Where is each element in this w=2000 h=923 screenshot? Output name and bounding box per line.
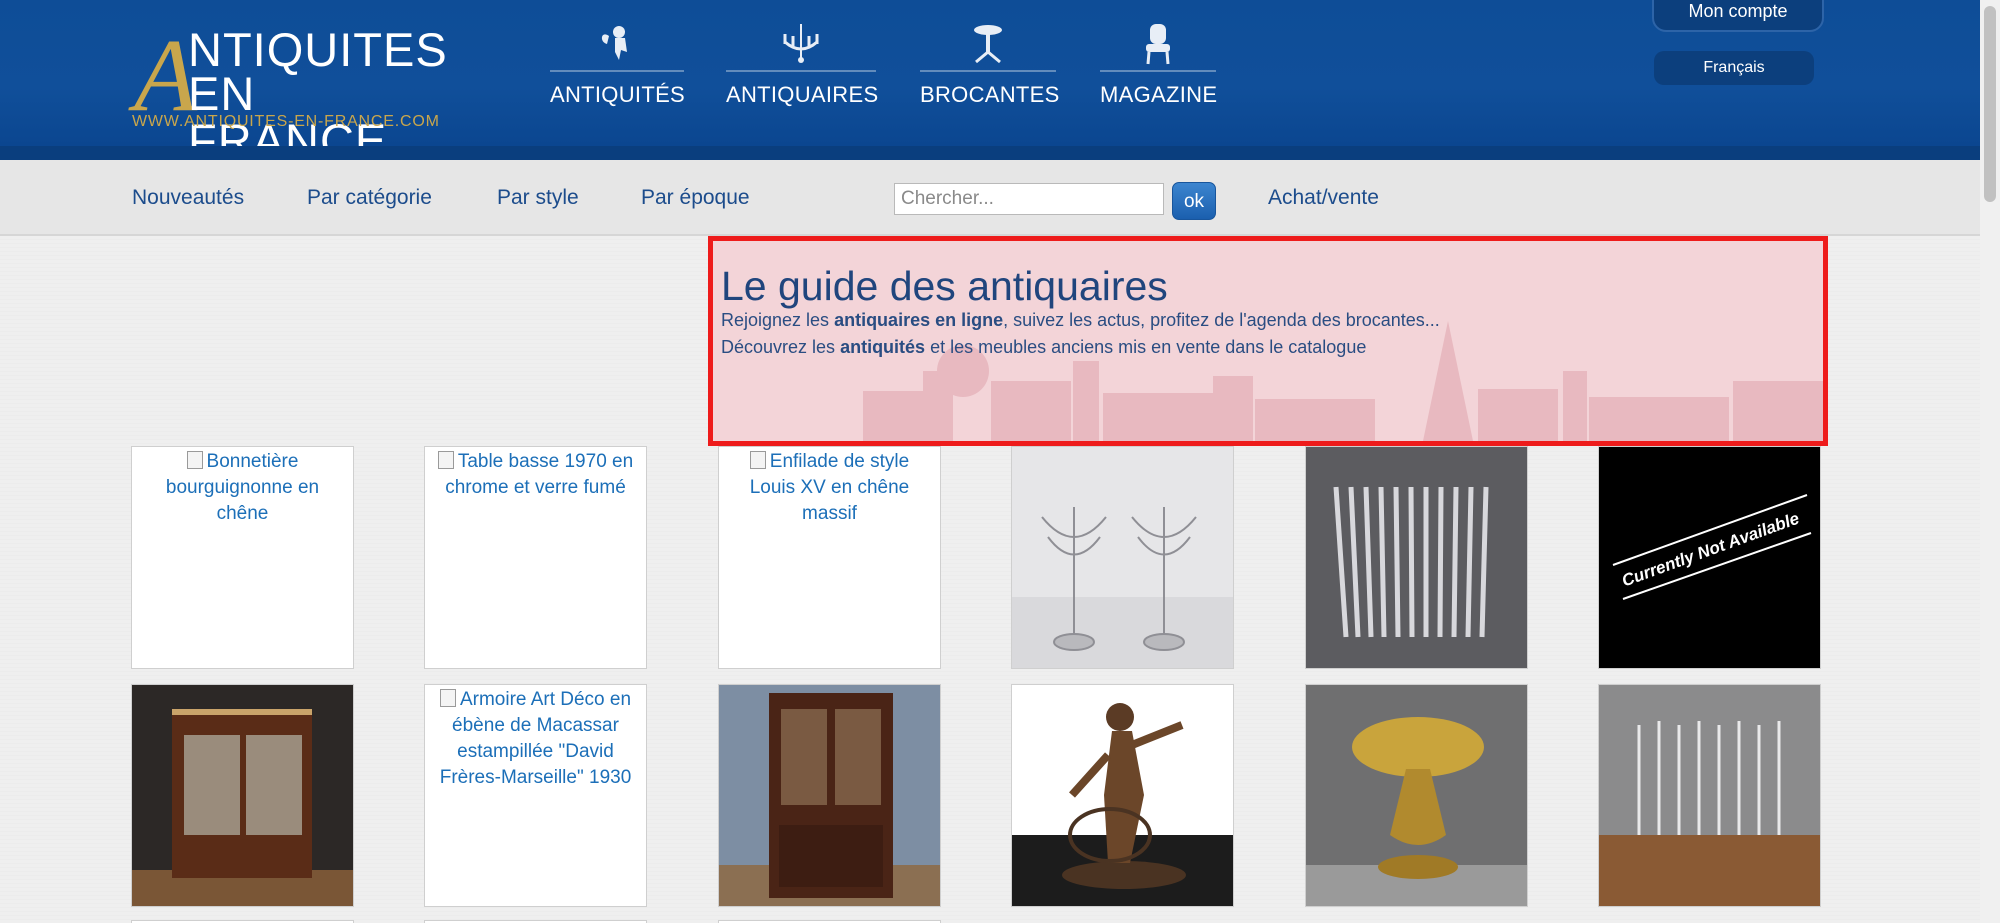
header-stripe — [0, 146, 1980, 160]
hero-banner: Le guide des antiquaires Rejoignez les a… — [708, 236, 1828, 446]
subnav-par-epoque[interactable]: Par époque — [641, 186, 750, 210]
logo-url: WWW.ANTIQUITES-EN-FRANCE.COM — [132, 113, 440, 130]
product-image-lamp[interactable] — [1305, 684, 1528, 907]
subnav-par-categorie[interactable]: Par catégorie — [307, 186, 432, 210]
product-alt-text: Enfilade de style Louis XV en chêne mass… — [719, 447, 940, 527]
page: A NTIQUITES EN FRANCE WWW.ANTIQUITES-EN-… — [0, 0, 1980, 923]
brass-lamp-photo — [1306, 685, 1527, 906]
nav-antiquaires[interactable]: ANTIQUAIRES — [726, 22, 879, 112]
logo-line1: NTIQUITES — [188, 23, 448, 76]
bronze-statue-photo — [1012, 685, 1233, 906]
mahogany-cabinet-photo — [132, 685, 353, 906]
subnav-nouveautes[interactable]: Nouveautés — [132, 186, 244, 210]
nav-label: ANTIQUAIRES — [726, 82, 879, 107]
nav-label: ANTIQUITÉS — [550, 82, 686, 107]
site-logo[interactable]: A NTIQUITES EN FRANCE WWW.ANTIQUITES-EN-… — [130, 24, 447, 165]
product-image-cutlery[interactable] — [1305, 446, 1528, 669]
broken-image-icon — [749, 451, 766, 469]
site-header: A NTIQUITES EN FRANCE WWW.ANTIQUITES-EN-… — [0, 0, 1980, 165]
product-tile[interactable]: Enfilade de style Louis XV en chêne mass… — [718, 446, 941, 669]
subnav-par-style[interactable]: Par style — [497, 186, 579, 210]
chandelier-icon — [783, 24, 819, 63]
bookcase-photo — [719, 685, 940, 906]
cherub-icon — [601, 26, 627, 60]
language-selector[interactable]: Français — [1654, 51, 1814, 85]
hero-line-1: Rejoignez les antiquaires en ligne, suiv… — [721, 310, 1440, 331]
nav-divider — [920, 70, 1056, 72]
product-image-bookcase[interactable] — [718, 684, 941, 907]
product-alt-label: Table basse 1970 en chrome et verre fumé — [445, 451, 634, 498]
nav-magazine[interactable]: MAGAZINE — [1100, 22, 1218, 112]
hero-line-2: Découvrez les antiquités et les meubles … — [721, 337, 1366, 358]
hero-text: Rejoignez les — [721, 310, 835, 330]
hero-link-antiquaires[interactable]: antiquaires en ligne — [834, 310, 1003, 330]
nav-label: BROCANTES — [920, 82, 1060, 107]
silver-cutlery-photo — [1306, 447, 1527, 668]
hero-link-antiquites[interactable]: antiquités — [840, 337, 925, 357]
search-input[interactable] — [894, 183, 1164, 215]
product-alt-text: Table basse 1970 en chrome et verre fumé — [425, 447, 646, 501]
product-image-flutes[interactable] — [1598, 684, 1821, 907]
product-alt-text: Armoire Art Déco en ébène de Macassar es… — [425, 685, 646, 791]
broken-image-icon — [439, 689, 456, 707]
scrollbar-thumb[interactable] — [1984, 6, 1996, 202]
product-alt-label: Enfilade de style Louis XV en chêne mass… — [749, 451, 910, 524]
nav-divider — [1100, 70, 1216, 72]
nav-brocantes[interactable]: BROCANTES — [920, 22, 1060, 112]
product-tile[interactable]: Bonnetière bourguignonne en chêne — [131, 446, 354, 669]
nav-divider — [550, 70, 684, 72]
broken-image-icon — [437, 451, 454, 469]
hero-title: Le guide des antiquaires — [721, 263, 1168, 309]
product-image-unavailable[interactable]: Currently Not Available — [1598, 446, 1821, 669]
hero-text: et les meubles anciens mis en vente dans… — [925, 337, 1367, 357]
candelabras-photo — [1012, 447, 1233, 668]
champagne-flutes-photo — [1599, 685, 1820, 906]
search-submit-button[interactable]: ok — [1172, 182, 1216, 220]
subnav-achat-vente[interactable]: Achat/vente — [1268, 186, 1379, 210]
nav-label: MAGAZINE — [1100, 82, 1218, 107]
nav-antiquites[interactable]: ANTIQUITÉS — [550, 22, 686, 112]
product-image-bronze-statue[interactable] — [1011, 684, 1234, 907]
currently-not-available-image: Currently Not Available — [1599, 447, 1820, 668]
product-image-candelabras[interactable] — [1011, 446, 1234, 669]
my-account-button[interactable]: Mon compte — [1652, 0, 1824, 32]
product-alt-label: Armoire Art Déco en ébène de Macassar es… — [439, 689, 632, 788]
broken-image-icon — [186, 451, 203, 469]
armchair-icon — [1146, 24, 1170, 65]
hero-text: Découvrez les — [721, 337, 841, 357]
product-alt-text: Bonnetière bourguignonne en chêne — [132, 447, 353, 527]
product-tile[interactable]: Table basse 1970 en chrome et verre fumé — [424, 446, 647, 669]
hero-text: , suivez les actus, profitez de l'agenda… — [1003, 310, 1440, 330]
product-tile[interactable]: Armoire Art Déco en ébène de Macassar es… — [424, 684, 647, 907]
nav-divider — [726, 70, 876, 72]
pedestal-table-icon — [974, 25, 1002, 64]
product-image-cabinet[interactable] — [131, 684, 354, 907]
vertical-scrollbar[interactable] — [1980, 0, 2000, 923]
